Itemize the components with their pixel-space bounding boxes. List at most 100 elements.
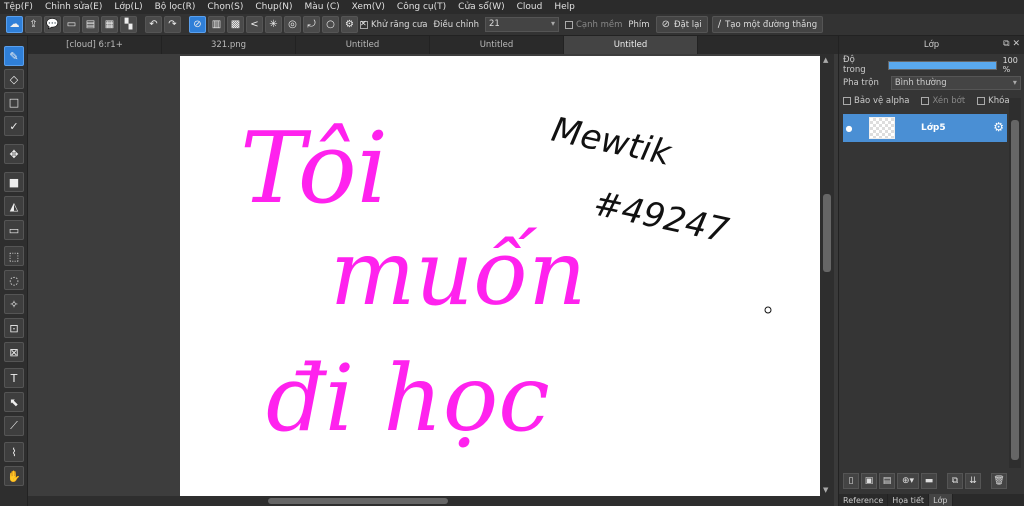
operation-tool-icon[interactable]: ⬉ — [4, 392, 24, 412]
adjust-select[interactable]: 21 — [484, 17, 559, 32]
divider-tool-icon[interactable]: ⟋ — [4, 416, 24, 436]
clip-option[interactable]: Xén bớt — [921, 96, 965, 106]
curve-snap-icon[interactable]: ⤾ — [303, 16, 320, 33]
toolbar: ☁ ⇪ 💬 ▭ ▤ ▦ ▚ ↶ ↷ ⊘ ▥ ▩ < ✳ ◎ ⤾ ○ ⚙ Khử … — [0, 14, 1024, 36]
export-icon[interactable]: ⇪ — [25, 16, 42, 33]
gradient-tool-icon[interactable]: ▭ — [4, 220, 24, 240]
undo-icon[interactable]: ↶ — [145, 16, 162, 33]
menu-window[interactable]: Cửa sổ(W) — [458, 2, 504, 12]
opacity-value: 100 % — [1002, 56, 1018, 74]
lock-option[interactable]: Khóa — [977, 96, 1010, 106]
menu-select[interactable]: Chọn(S) — [207, 2, 243, 12]
tab-untitled-3[interactable]: Untitled — [564, 36, 698, 54]
tool-column: ✎ ◇ □ ✓ ✥ ■ ◭ ▭ ⬚ ◌ ✧ ⊡ ⊠ T ⬉ ⟋ ⌇ ✋ — [0, 36, 28, 506]
soft-edge-checkbox[interactable] — [564, 20, 573, 29]
circle-snap-icon[interactable]: ○ — [322, 16, 339, 33]
tab-untitled-1[interactable]: Untitled — [296, 36, 430, 54]
menu-cloud[interactable]: Cloud — [517, 2, 543, 12]
magic-wand-tool-icon[interactable]: ✧ — [4, 294, 24, 314]
black-text-2: #49247 — [590, 184, 732, 252]
layer-scroll-thumb[interactable] — [1011, 120, 1019, 460]
select-eraser-tool-icon[interactable]: ⊠ — [4, 342, 24, 362]
menu-filter[interactable]: Bộ lọc(R) — [155, 2, 196, 12]
rect-select-tool-icon[interactable]: ⬚ — [4, 246, 24, 266]
speech-bubble-icon[interactable]: 💬 — [44, 16, 61, 33]
protect-alpha-option[interactable]: Bảo vệ alpha — [843, 96, 909, 106]
tab-cloud[interactable]: [cloud] 6:r1+ — [28, 36, 162, 54]
menu-capture[interactable]: Chụp(N) — [255, 2, 292, 12]
opacity-slider[interactable] — [888, 60, 997, 70]
new-layer-icon[interactable]: ▯ — [843, 473, 859, 489]
settings-snap-icon[interactable]: ⚙ — [341, 16, 358, 33]
select-brush-tool-icon[interactable]: ⊡ — [4, 318, 24, 338]
text-tool-icon[interactable]: T — [4, 368, 24, 388]
grid-snap-icon[interactable]: ▩ — [227, 16, 244, 33]
layer-thumbnail — [869, 117, 895, 139]
hand-tool-icon[interactable]: ✋ — [4, 466, 24, 486]
comment-icon[interactable]: ▭ — [63, 16, 80, 33]
add-layer-menu-icon[interactable]: ⊕▾ — [897, 473, 919, 489]
layer-item[interactable]: ● Lớp5 ⚙ — [843, 114, 1007, 142]
parallel-snap-icon[interactable]: ▥ — [208, 16, 225, 33]
tab-untitled-2[interactable]: Untitled — [430, 36, 564, 54]
antialias-option[interactable]: Khử răng cưa — [360, 19, 428, 30]
scroll-up-icon[interactable]: ▲ — [823, 56, 828, 64]
perspective-snap-icon[interactable]: < — [246, 16, 263, 33]
radial-snap-icon[interactable]: ✳ — [265, 16, 282, 33]
merge-layer-icon[interactable]: ⇊ — [965, 473, 981, 489]
vertical-scroll-thumb[interactable] — [823, 194, 831, 272]
new-halftone-layer-icon[interactable]: ▣ — [861, 473, 877, 489]
menu-color[interactable]: Màu (C) — [305, 2, 340, 12]
select-pen-tool-icon[interactable]: ✓ — [4, 116, 24, 136]
tab-321[interactable]: 321.png — [162, 36, 296, 54]
layer-panel-scrollbar[interactable] — [1009, 98, 1021, 468]
menu-tools[interactable]: Công cụ(T) — [397, 2, 446, 12]
panel-close-icon[interactable]: ⧉ ✕ — [1003, 39, 1020, 49]
concentric-snap-icon[interactable]: ◎ — [284, 16, 301, 33]
canvas-area[interactable]: Tôi muốn đi học Mewtik #49247 — [28, 54, 820, 496]
clip-checkbox[interactable] — [921, 97, 930, 105]
tab-pattern[interactable]: Họa tiết — [888, 494, 930, 506]
duplicate-layer-icon[interactable]: ⧉ — [947, 473, 963, 489]
folder-icon[interactable]: ▬ — [921, 473, 937, 489]
canvas-vertical-scrollbar[interactable]: ▲ ▼ — [820, 54, 834, 496]
rectangle-tool-icon[interactable]: □ — [4, 92, 24, 112]
lock-checkbox[interactable] — [977, 97, 986, 105]
grid-page-icon[interactable]: ▦ — [101, 16, 118, 33]
menu-help[interactable]: Help — [554, 2, 575, 12]
delete-layer-icon[interactable]: 🗑 — [991, 473, 1007, 489]
antialias-checkbox[interactable] — [360, 19, 368, 29]
visibility-icon[interactable]: ● — [843, 124, 855, 133]
protect-alpha-checkbox[interactable] — [843, 97, 851, 105]
lasso-tool-icon[interactable]: ◌ — [4, 270, 24, 290]
cloud-icon[interactable]: ☁ — [6, 16, 23, 33]
redo-icon[interactable]: ↷ — [164, 16, 181, 33]
reset-button[interactable]: ⊘ Đặt lại — [655, 16, 708, 33]
blend-select[interactable]: Bình thường — [890, 76, 1021, 90]
no-snap-icon[interactable]: ⊘ — [189, 16, 206, 33]
new-8bit-layer-icon[interactable]: ▤ — [879, 473, 895, 489]
eyedropper-tool-icon[interactable]: ⌇ — [4, 442, 24, 462]
horizontal-scroll-thumb[interactable] — [268, 498, 448, 504]
move-tool-icon[interactable]: ✥ — [4, 144, 24, 164]
layer-gear-icon[interactable]: ⚙ — [993, 120, 1004, 134]
menu-file[interactable]: Tệp(F) — [4, 2, 33, 12]
menu-layer[interactable]: Lớp(L) — [114, 2, 142, 12]
soft-edge-option[interactable]: Cạnh mềm — [564, 20, 622, 30]
tab-layer[interactable]: Lớp — [929, 494, 953, 506]
scroll-down-icon[interactable]: ▼ — [823, 486, 828, 494]
tab-reference[interactable]: Reference — [839, 494, 889, 506]
brush-tool-icon[interactable]: ✎ — [4, 46, 24, 66]
menu-edit[interactable]: Chỉnh sửa(E) — [45, 2, 102, 12]
drawing: Tôi muốn đi học Mewtik #49247 — [240, 110, 772, 452]
color-grid-icon[interactable]: ▚ — [120, 16, 137, 33]
bucket-tool-icon[interactable]: ◭ — [4, 196, 24, 216]
eraser-tool-icon[interactable]: ◇ — [4, 69, 24, 89]
canvas-horizontal-scrollbar[interactable] — [28, 496, 834, 506]
menu-view[interactable]: Xem(V) — [352, 2, 385, 12]
drawing-paper[interactable]: Tôi muốn đi học Mewtik #49247 — [180, 56, 820, 496]
fill-rect-tool-icon[interactable]: ■ — [4, 172, 24, 192]
adjust-label: Điều chỉnh — [433, 19, 479, 30]
straight-line-button[interactable]: ∕ Tạo một đường thẳng — [711, 16, 824, 33]
page-icon[interactable]: ▤ — [82, 16, 99, 33]
